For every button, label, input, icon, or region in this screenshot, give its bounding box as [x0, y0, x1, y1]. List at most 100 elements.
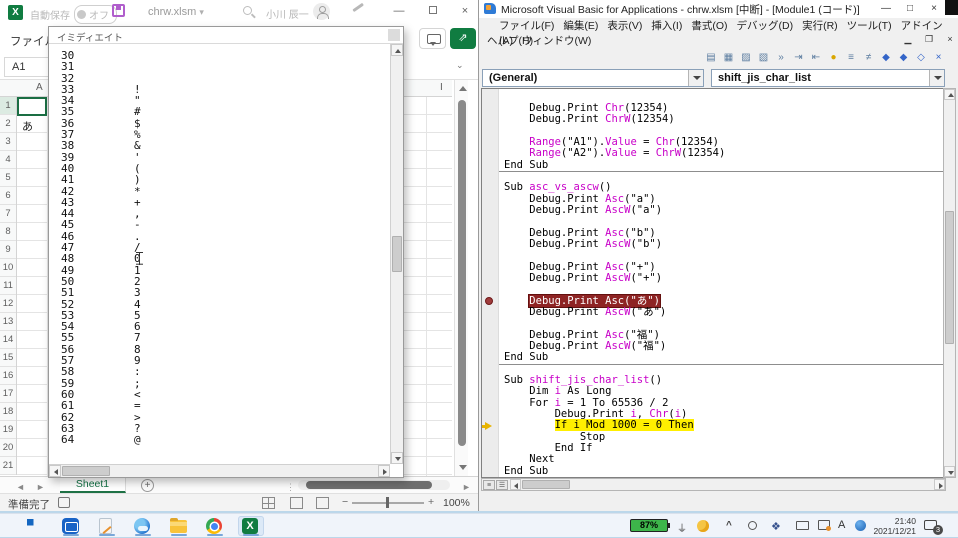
code-line[interactable]: Debug.Print AscW("あ") — [482, 307, 946, 318]
complete-word-icon[interactable]: » — [773, 50, 789, 65]
procedure-dropdown[interactable]: shift_jis_char_list — [711, 69, 945, 87]
module-close-button[interactable]: × — [941, 34, 958, 44]
menu-挿入[interactable]: 挿入(I) — [651, 20, 682, 32]
code-line[interactable]: End Sub — [482, 466, 946, 477]
workbook-title[interactable]: chrw.xlsm ▾ — [148, 6, 204, 18]
imm-hscroll-thumb[interactable] — [62, 466, 110, 476]
vba-close-button[interactable]: × — [922, 2, 946, 16]
pen-icon[interactable] — [352, 3, 363, 12]
module-minimize-button[interactable]: ▁ — [899, 34, 917, 45]
code-scroll-left[interactable] — [510, 479, 521, 490]
scroll-up-icon[interactable] — [459, 86, 467, 91]
imm-scroll-left[interactable] — [49, 465, 61, 477]
row-header-9[interactable]: 9 — [0, 241, 16, 259]
imm-scroll-right[interactable] — [378, 465, 390, 477]
column-header-a[interactable]: A — [36, 82, 43, 93]
immediate-close-icon[interactable] — [388, 29, 400, 41]
comment-block-icon[interactable]: ≡ — [843, 50, 859, 65]
menu-ツール[interactable]: ツール(T) — [847, 20, 892, 32]
row-header-3[interactable]: 3 — [0, 133, 16, 151]
row-header-18[interactable]: 18 — [0, 403, 16, 421]
zoom-in-button[interactable]: + — [428, 496, 434, 508]
zoom-slider-thumb[interactable] — [386, 497, 389, 508]
code-line[interactable]: Range("A2").Value = ChrW(12354) — [482, 148, 946, 159]
menu-表示[interactable]: 表示(V) — [607, 20, 642, 32]
row-header-11[interactable]: 11 — [0, 277, 16, 295]
row-header-21[interactable]: 21 — [0, 457, 16, 475]
night-light-icon[interactable] — [697, 520, 709, 532]
column-header-i[interactable]: I — [440, 82, 443, 93]
clipboard-icon[interactable] — [796, 521, 809, 530]
view-normal-icon[interactable] — [262, 497, 275, 509]
imm-scroll-up[interactable] — [391, 44, 403, 56]
toggle-bookmark-icon[interactable]: ◆ — [878, 50, 894, 65]
menu-デバッグ[interactable]: デバッグ(D) — [737, 20, 794, 32]
selected-cell-a1[interactable] — [17, 97, 47, 116]
edge-app-icon[interactable] — [130, 516, 156, 536]
sync-icon[interactable] — [748, 521, 757, 530]
zoom-level[interactable]: 100% — [443, 497, 470, 509]
grid-hscroll-thumb[interactable] — [306, 481, 432, 489]
clear-bookmarks-icon[interactable]: × — [931, 50, 947, 65]
comments-button[interactable] — [419, 28, 446, 49]
menu-書式[interactable]: 書式(O) — [691, 20, 727, 32]
row-header-2[interactable]: 2 — [0, 115, 16, 133]
view-page-layout-icon[interactable] — [290, 497, 303, 509]
code-line[interactable]: Debug.Print AscW("a") — [482, 205, 946, 216]
code-pane[interactable]: Debug.Print Chr(12354) Debug.Print ChrW(… — [481, 88, 946, 478]
row-header-8[interactable]: 8 — [0, 223, 16, 241]
menu-編集[interactable]: 編集(E) — [563, 20, 598, 32]
code-line[interactable]: Debug.Print AscW("福") — [482, 341, 946, 352]
code-line[interactable]: Debug.Print AscW("+") — [482, 273, 946, 284]
search-icon[interactable] — [243, 6, 252, 15]
row-header-15[interactable]: 15 — [0, 349, 16, 367]
list-constants-icon[interactable]: ▦ — [721, 50, 737, 65]
sheet-next-icon[interactable]: ► — [36, 482, 45, 492]
immediate-window[interactable]: イミディエイト 303132 33!34"35#36$37%38&39'40(4… — [48, 26, 404, 478]
indent-icon[interactable]: ⇥ — [791, 50, 807, 65]
tray-expand-icon[interactable]: ^ — [726, 520, 732, 531]
immediate-titlebar[interactable]: イミディエイト — [49, 27, 403, 44]
code-vertical-scrollbar[interactable] — [943, 88, 956, 478]
snip-tool-icon[interactable] — [818, 520, 830, 530]
immediate-vertical-scrollbar[interactable] — [390, 44, 403, 464]
code-horizontal-scrollbar[interactable]: ≡ ☰ — [481, 478, 946, 491]
row-headers[interactable]: 123456789101112131415161718192021 — [0, 97, 17, 475]
row-header-1[interactable]: 1 — [0, 97, 16, 115]
menu-help[interactable]: ヘルプ(H) — [487, 35, 533, 47]
excel-maximize-button[interactable] — [418, 0, 448, 22]
next-bookmark-icon[interactable]: ◆ — [896, 50, 912, 65]
hscroll-right-icon[interactable]: ► — [462, 482, 471, 492]
row-header-20[interactable]: 20 — [0, 439, 16, 457]
prev-bookmark-icon[interactable]: ◇ — [913, 50, 929, 65]
code-line[interactable]: End Sub — [482, 352, 946, 363]
object-dropdown[interactable]: (General) — [482, 69, 704, 87]
app-tray-icon[interactable] — [855, 520, 866, 531]
parameter-info-icon[interactable]: ▧ — [756, 50, 772, 65]
dropdown-arrow-icon[interactable] — [688, 70, 703, 86]
code-scroll-up[interactable] — [944, 89, 955, 100]
row-header-4[interactable]: 4 — [0, 151, 16, 169]
tab-splitter-icon[interactable]: ⋮ — [286, 482, 295, 493]
toggle-breakpoint-icon[interactable]: ● — [826, 50, 842, 65]
vba-minimize-button[interactable]: — — [874, 2, 898, 16]
clock[interactable]: 21:40 2021/12/21 — [872, 516, 916, 536]
grid-vertical-scrollbar[interactable] — [454, 80, 468, 476]
code-line[interactable]: End Sub — [482, 160, 946, 171]
formula-bar-expand-icon[interactable]: ⌄ — [456, 60, 464, 71]
menu-実行[interactable]: 実行(R) — [802, 20, 838, 32]
vba-maximize-button[interactable]: □ — [898, 2, 922, 16]
autosave-toggle[interactable]: 自動保存 オフ — [30, 5, 117, 24]
avatar[interactable] — [313, 3, 330, 20]
uncomment-block-icon[interactable]: ≠ — [861, 50, 877, 65]
dropdown-arrow-icon[interactable] — [929, 70, 944, 86]
code-scroll-down[interactable] — [944, 466, 955, 477]
procedure-view-button[interactable]: ≡ — [483, 480, 495, 490]
outdent-icon[interactable]: ⇤ — [808, 50, 824, 65]
code-line[interactable]: Debug.Print ChrW(12354) — [482, 114, 946, 125]
add-sheet-button[interactable]: + — [141, 479, 154, 492]
row-header-10[interactable]: 10 — [0, 259, 16, 277]
row-header-5[interactable]: 5 — [0, 169, 16, 187]
row-header-19[interactable]: 19 — [0, 421, 16, 439]
grid-horizontal-scrollbar[interactable] — [298, 480, 450, 490]
